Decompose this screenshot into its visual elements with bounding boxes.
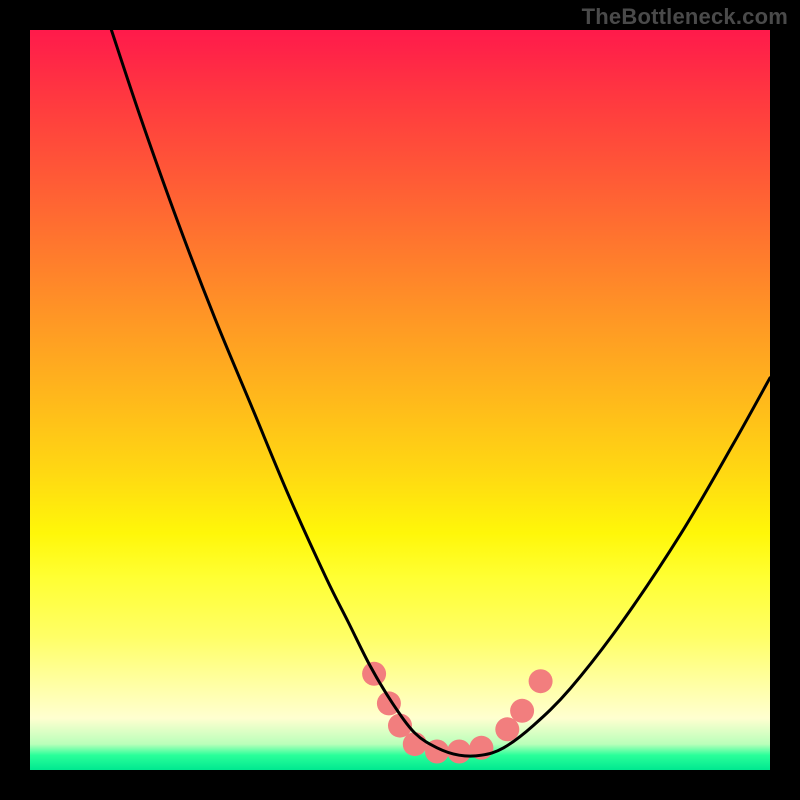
chart-frame: TheBottleneck.com <box>0 0 800 800</box>
highlight-dot <box>403 732 427 756</box>
bottleneck-curve <box>111 30 770 756</box>
highlight-dot <box>447 740 471 764</box>
highlight-dot <box>510 699 534 723</box>
plot-area <box>30 30 770 770</box>
highlight-markers <box>362 662 552 764</box>
curve-layer <box>30 30 770 770</box>
highlight-dot <box>529 669 553 693</box>
watermark-text: TheBottleneck.com <box>582 4 788 30</box>
